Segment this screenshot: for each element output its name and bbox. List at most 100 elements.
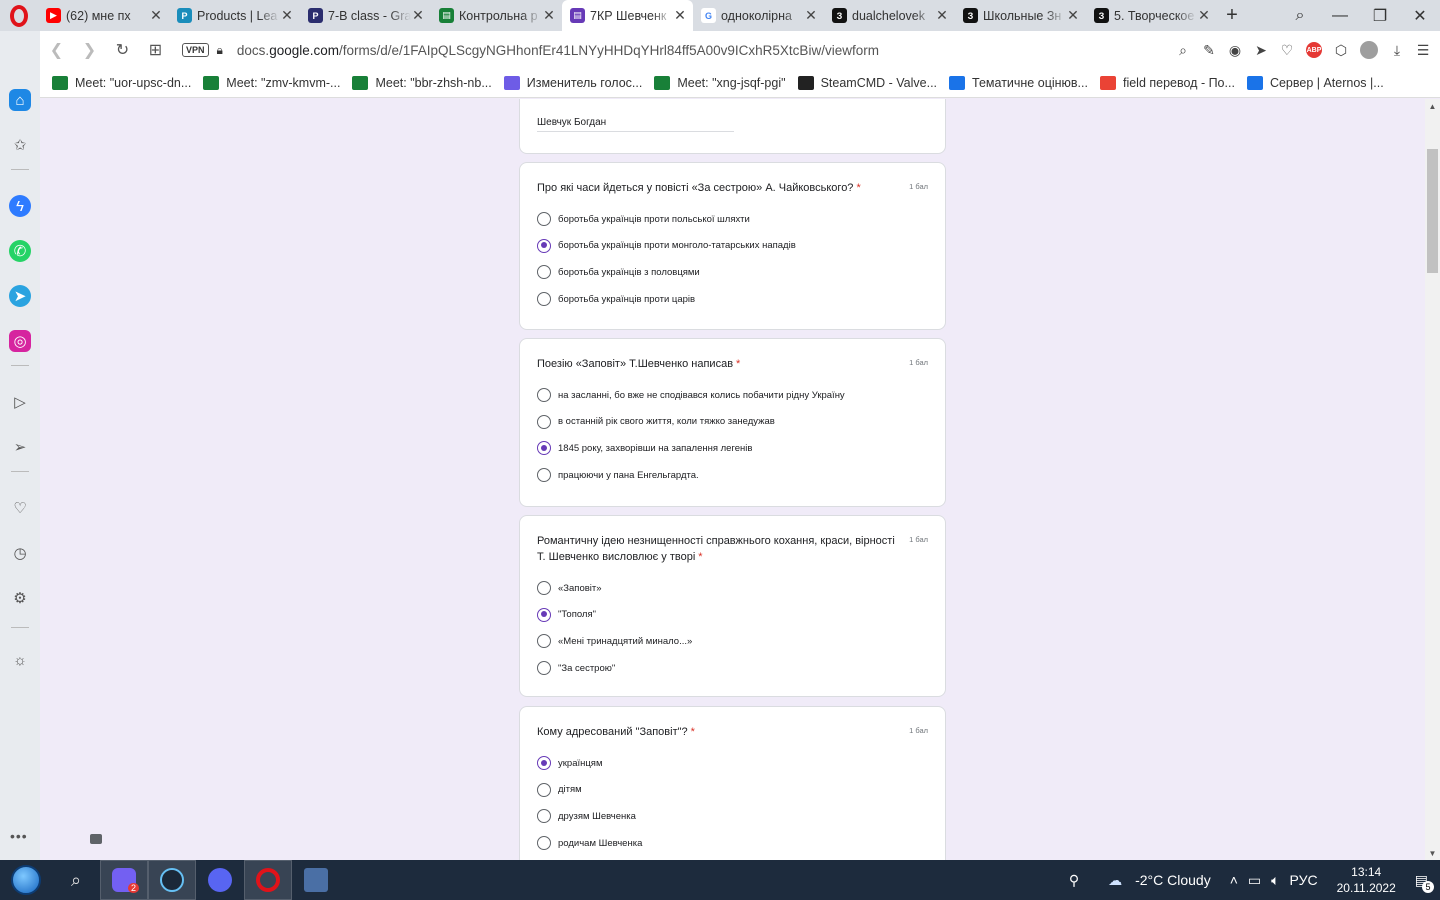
taskbar-discord[interactable] [196,860,244,900]
option-3-2[interactable]: "Тополя" [537,607,596,623]
opera-menu-button[interactable] [0,0,38,31]
page-scrollbar[interactable]: ▲ ▼ [1425,99,1440,860]
radio-unselected[interactable] [537,414,551,429]
more-dots-icon[interactable]: ••• [10,828,28,844]
radio-unselected[interactable] [537,292,551,307]
forward-button[interactable]: ❯ [73,40,106,60]
taskbar-calculator[interactable] [292,860,340,900]
tab-close-icon[interactable]: ✕ [411,7,425,24]
option-1-2[interactable]: боротьба українців проти монголо-татарсь… [537,238,796,254]
easy-setup-icon[interactable]: ☰ [1416,42,1430,59]
option-4-1[interactable]: українцям [537,755,602,771]
clock[interactable]: 13:14 20.11.2022 [1337,864,1396,896]
start-button[interactable] [0,860,52,900]
option-4-2[interactable]: дітям [537,782,582,798]
option-2-1[interactable]: на засланні, бо вже не сподівався колись… [537,387,845,403]
tab-3[interactable]: ▤ Контрольна р ✕ [431,0,562,31]
radio-unselected[interactable] [537,388,551,402]
whatsapp-icon[interactable]: ✆ [9,240,31,262]
feedback-icon[interactable] [90,834,102,844]
radio-unselected[interactable] [537,468,551,483]
bookmark-1[interactable]: Meet: "zmv-kmvm-... [203,76,340,90]
radio-unselected[interactable] [537,661,551,676]
restore-button[interactable]: ❐ [1360,6,1400,26]
people-icon[interactable]: ⚲ [1069,872,1079,889]
speed-dial-icon[interactable]: ✩ [9,134,31,156]
tab-1[interactable]: P Products | Lea ✕ [169,0,300,31]
history-clock-icon[interactable]: ◷ [9,542,31,564]
tab-0[interactable]: ▶ (62) мне пх ✕ [38,0,169,31]
my-flow-icon[interactable]: ➢ [9,436,31,458]
instagram-icon[interactable]: ◎ [9,330,31,352]
messenger-icon[interactable]: ϟ [9,195,31,217]
bookmark-5[interactable]: SteamCMD - Valve... [797,76,937,90]
radio-unselected[interactable] [537,265,551,280]
option-1-3[interactable]: боротьба українців з половцями [537,264,700,280]
search-page-icon[interactable]: ⌕ [1176,42,1190,59]
radio-unselected[interactable] [537,212,551,226]
tab-7[interactable]: З Школьные Зн ✕ [955,0,1086,31]
telegram-icon[interactable]: ➤ [9,285,31,307]
taskbar-steam[interactable] [148,860,196,900]
tray-overflow-icon[interactable]: ˄ [1230,872,1238,888]
option-2-2[interactable]: в останній рік свого життя, коли тяжко з… [537,414,775,430]
tab-close-icon[interactable]: ✕ [1197,7,1211,24]
bookmark-8[interactable]: Сервер | Aternos |... [1246,76,1384,90]
scroll-up-arrow[interactable]: ▲ [1425,102,1440,111]
downloads-icon[interactable]: ⤓ [1390,42,1404,59]
radio-selected[interactable] [537,607,551,622]
tab-close-icon[interactable]: ✕ [149,7,163,24]
bookmark-2[interactable]: Meet: "bbr-zhsh-nb... [352,76,492,90]
option-2-3[interactable]: 1845 року, захворівши на запалення леген… [537,440,752,456]
tab-close-icon[interactable]: ✕ [280,7,294,24]
option-3-1[interactable]: «Заповіт» [537,580,602,596]
cloud-icon[interactable]: ☁ [1108,872,1122,889]
heart-icon[interactable]: ♡ [1280,42,1294,59]
vpn-badge[interactable]: VPN [182,43,209,57]
tab-close-icon[interactable]: ✕ [1066,7,1080,24]
radio-unselected[interactable] [537,581,551,595]
radio-unselected[interactable] [537,836,551,851]
close-window-button[interactable]: ✕ [1400,6,1440,26]
tab-4[interactable]: ▤ 7КР Шевченк ✕ [562,0,693,31]
bookmark-7[interactable]: field перевод - По... [1099,76,1235,90]
option-1-4[interactable]: боротьба українців проти царів [537,291,695,307]
radio-unselected[interactable] [537,782,551,797]
tab-grid-icon[interactable]: ⊞ [139,40,172,60]
tab-6[interactable]: Зdualchelovek ✕ [824,0,955,31]
camera-icon[interactable]: ◉ [1228,42,1242,59]
option-4-3[interactable]: друзям Шевченка [537,808,636,824]
tab-8[interactable]: З 5. Творческое ✕ [1086,0,1217,31]
bookmark-3[interactable]: Изменитель голос... [503,76,642,90]
reload-button[interactable]: ↻ [106,40,139,60]
profile-avatar[interactable] [1360,41,1378,59]
tab-close-icon[interactable]: ✕ [935,7,949,24]
bookmark-6[interactable]: Тематичне оцінюв... [949,76,1088,90]
volume-icon[interactable]: 🔈︎ [1271,872,1279,889]
bookmarks-heart-icon[interactable]: ♡ [9,497,31,519]
tab-2[interactable]: P 7-B class - Gra ✕ [300,0,431,31]
option-3-3[interactable]: «Мені тринадцятий минало...» [537,633,692,649]
adblock-icon[interactable]: ABP [1306,42,1322,58]
bookmark-0[interactable]: Meet: "uor-upsc-dn... [52,76,191,90]
option-2-4[interactable]: працюючи у пана Енгельгардта. [537,467,699,483]
radio-selected[interactable] [537,756,551,770]
settings-gear-icon[interactable]: ⚙ [9,587,31,609]
radio-unselected[interactable] [537,634,551,649]
search-icon[interactable]: ⌕ [52,860,100,900]
tab-close-icon[interactable]: ✕ [542,7,556,24]
lock-icon[interactable]: 🔒︎ [217,43,223,58]
tab-close-icon[interactable]: ✕ [804,7,818,24]
name-field[interactable]: Шевчук Богдан [537,117,734,132]
notifications-icon[interactable]: ▤ 5 [1415,872,1434,893]
send-icon[interactable]: ➤ [1254,42,1268,59]
radio-selected[interactable] [537,238,551,253]
tab-search-icon[interactable]: ⌕ [1280,7,1320,25]
radio-unselected[interactable] [537,809,551,824]
option-1-1[interactable]: боротьба українців проти польської шляхт… [537,211,750,227]
language-indicator[interactable]: РУС [1290,872,1318,888]
home-icon[interactable]: ⌂ [9,89,31,111]
network-icon[interactable]: ▭ [1248,872,1261,889]
back-button[interactable]: ❮ [40,40,73,60]
minimize-button[interactable]: — [1320,7,1360,25]
